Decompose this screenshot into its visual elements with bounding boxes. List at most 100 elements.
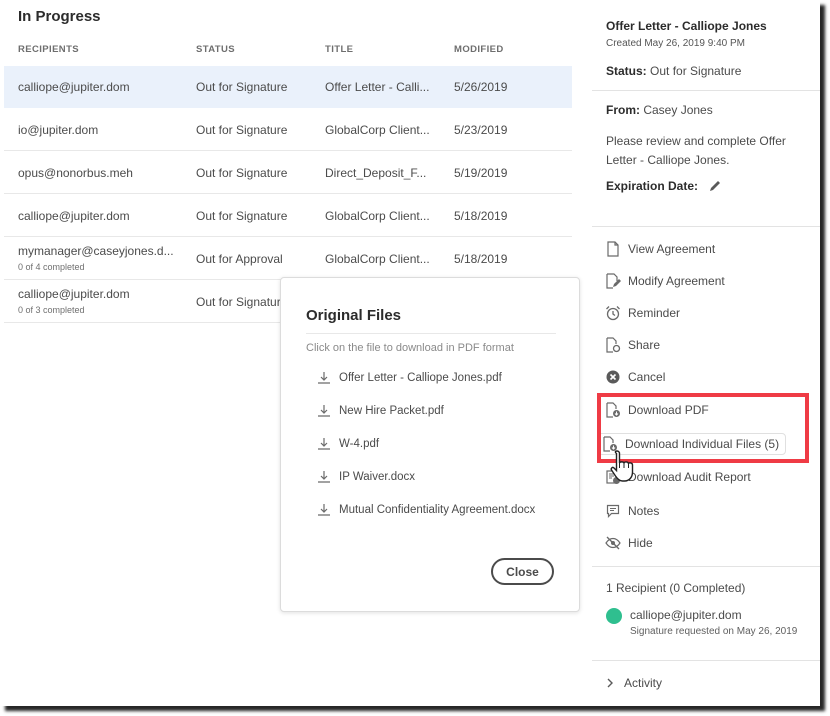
recipient-cell: io@jupiter.dom — [18, 123, 99, 137]
download-pdf-icon — [604, 401, 622, 419]
column-header-modified[interactable]: MODIFIED — [454, 44, 504, 55]
file-download-link[interactable]: Offer Letter - Calliope Jones.pdf — [317, 368, 502, 388]
from-value: Casey Jones — [643, 103, 713, 117]
table-row[interactable]: calliope@jupiter.dom Out for Signature G… — [4, 195, 572, 237]
list-title: In Progress — [18, 8, 101, 25]
avatar — [606, 608, 622, 624]
completion-count: 0 of 4 completed — [18, 262, 85, 272]
divider — [592, 226, 820, 227]
edit-expiration-button[interactable] — [708, 179, 722, 193]
notes-icon — [604, 502, 622, 520]
agreement-title: Offer Letter - Calliope Jones — [606, 19, 767, 33]
table-row[interactable]: mymanager@caseyjones.d... 0 of 4 complet… — [4, 238, 572, 280]
table-row[interactable]: opus@nonorbus.meh Out for Signature Dire… — [4, 152, 572, 194]
table-row[interactable]: calliope@jupiter.dom Out for Signature O… — [4, 66, 572, 108]
recipient-cell: opus@nonorbus.meh — [18, 166, 133, 180]
recipient-note: Signature requested on May 26, 2019 — [630, 626, 798, 637]
close-button[interactable]: Close — [491, 558, 554, 585]
status-cell: Out for Signature — [196, 80, 288, 94]
expiration-line: Expiration Date: — [606, 179, 722, 193]
action-label: Download Audit Report — [628, 470, 751, 484]
from-line: From: Casey Jones — [606, 103, 713, 117]
recipient-email: calliope@jupiter.dom — [630, 608, 742, 622]
hide-action[interactable]: Hide — [602, 532, 653, 554]
activity-toggle[interactable]: Activity — [606, 676, 662, 690]
action-label: Cancel — [628, 370, 666, 384]
download-audit-report-action[interactable]: Download Audit Report — [602, 466, 751, 488]
action-label: Modify Agreement — [628, 274, 725, 288]
agreement-details-panel: Offer Letter - Calliope Jones Created Ma… — [592, 0, 820, 706]
chevron-right-icon — [607, 678, 613, 688]
status-cell: Out for Signature — [196, 166, 288, 180]
recipients-summary: 1 Recipient (0 Completed) — [606, 581, 746, 595]
message-text: Please review and complete Offer Letter … — [606, 134, 786, 167]
activity-label: Activity — [624, 676, 663, 690]
original-files-dialog: Original Files Click on the file to down… — [280, 277, 580, 612]
action-label: Share — [628, 338, 661, 352]
from-label: From: — [606, 103, 640, 117]
pencil-icon — [710, 181, 721, 191]
status-cell: Out for Approval — [196, 252, 283, 266]
recipient-cell: calliope@jupiter.dom — [18, 80, 130, 94]
alarm-clock-icon — [604, 304, 622, 322]
share-action[interactable]: Share — [602, 334, 660, 356]
file-name: Mutual Confidentiality Agreement.docx — [339, 504, 536, 516]
download-pdf-action[interactable]: Download PDF — [602, 399, 709, 421]
reminder-action[interactable]: Reminder — [602, 302, 680, 324]
app-window: In Progress RECIPIENTS STATUS TITLE MODI… — [0, 0, 820, 706]
download-individual-files-action[interactable]: Download Individual Files (5) — [598, 433, 787, 455]
divider — [592, 90, 820, 91]
download-icon — [318, 372, 330, 384]
modified-cell: 5/18/2019 — [454, 209, 508, 223]
status-label: Status: — [606, 64, 647, 78]
status-cell: Out for Signature — [196, 295, 288, 309]
divider — [306, 333, 556, 334]
modified-cell: 5/23/2019 — [454, 123, 508, 137]
action-label: Hide — [628, 536, 653, 550]
table-row[interactable]: io@jupiter.dom Out for Signature GlobalC… — [4, 109, 572, 151]
title-cell: Direct_Deposit_F... — [325, 166, 427, 180]
cancel-action[interactable]: Cancel — [602, 366, 665, 388]
recipient-cell: calliope@jupiter.dom — [18, 209, 130, 223]
status-cell: Out for Signature — [196, 123, 288, 137]
dialog-title: Original Files — [306, 307, 402, 324]
file-download-link[interactable]: Mutual Confidentiality Agreement.docx — [317, 500, 535, 520]
divider — [592, 660, 820, 661]
download-files-icon — [601, 435, 619, 453]
expiration-label: Expiration Date: — [606, 179, 699, 193]
file-name: IP Waiver.docx — [339, 471, 416, 483]
recipient-cell: calliope@jupiter.dom — [18, 287, 130, 301]
modified-cell: 5/26/2019 — [454, 80, 508, 94]
title-cell: Offer Letter - Calli... — [325, 80, 430, 94]
modified-cell: 5/18/2019 — [454, 252, 508, 266]
modified-cell: 5/19/2019 — [454, 166, 508, 180]
completion-count: 0 of 3 completed — [18, 305, 85, 315]
dialog-hint: Click on the file to download in PDF for… — [306, 342, 514, 354]
column-header-title[interactable]: TITLE — [325, 44, 353, 55]
notes-action[interactable]: Notes — [602, 500, 659, 522]
status-cell: Out for Signature — [196, 209, 288, 223]
download-icon — [318, 405, 330, 417]
file-name: W-4.pdf — [339, 438, 380, 450]
action-label: Reminder — [628, 306, 681, 320]
title-cell: GlobalCorp Client... — [325, 252, 430, 266]
created-date: Created May 26, 2019 9:40 PM — [606, 38, 745, 49]
title-cell: GlobalCorp Client... — [325, 123, 430, 137]
view-agreement-action[interactable]: View Agreement — [602, 238, 715, 260]
action-label: Download Individual Files (5) — [625, 437, 780, 451]
download-icon — [318, 504, 330, 516]
file-name: New Hire Packet.pdf — [339, 405, 444, 417]
status-value: Out for Signature — [650, 64, 742, 78]
action-label: Download PDF — [628, 403, 709, 417]
file-download-link[interactable]: W-4.pdf — [317, 434, 379, 454]
file-download-link[interactable]: New Hire Packet.pdf — [317, 401, 444, 421]
title-cell: GlobalCorp Client... — [325, 209, 430, 223]
column-header-status[interactable]: STATUS — [196, 44, 235, 55]
file-download-link[interactable]: IP Waiver.docx — [317, 467, 415, 487]
action-label: View Agreement — [628, 242, 716, 256]
share-document-icon — [604, 336, 622, 354]
audit-report-icon — [604, 468, 622, 486]
modify-agreement-action[interactable]: Modify Agreement — [602, 270, 725, 292]
status-line: Status: Out for Signature — [606, 64, 741, 78]
column-header-recipients[interactable]: RECIPIENTS — [18, 44, 79, 55]
